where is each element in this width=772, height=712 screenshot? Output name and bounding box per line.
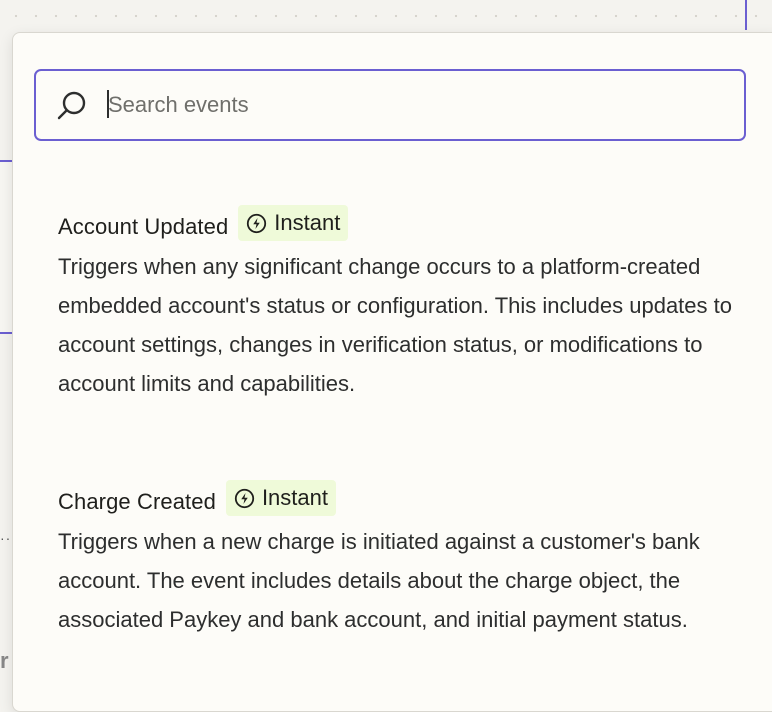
instant-badge: Instant <box>238 205 349 241</box>
text-cursor <box>107 90 109 118</box>
event-title: Charge Created <box>58 489 216 514</box>
canvas-ellipsis-fragment: ·· <box>0 530 12 546</box>
instant-badge: Instant <box>225 480 336 516</box>
search-icon <box>57 91 86 120</box>
search-input[interactable] <box>108 85 708 125</box>
event-option-account-updated[interactable]: Account Updated Instant Triggers when an… <box>58 203 738 403</box>
lightning-bolt-circle-icon <box>234 488 255 508</box>
event-description: Triggers when any significant change occ… <box>58 254 732 396</box>
event-picker-popover: Account Updated Instant Triggers when an… <box>12 32 772 712</box>
event-option-charge-created[interactable]: Charge Created Instant Triggers when a n… <box>58 478 738 639</box>
lightning-bolt-circle-icon <box>247 213 267 233</box>
badge-label: Instant <box>261 485 328 510</box>
event-header: Charge Created Instant <box>58 478 738 518</box>
badge-label: Instant <box>274 210 341 235</box>
event-title: Account Updated <box>58 214 229 239</box>
canvas-text-fragment: r <box>0 648 9 673</box>
search-field[interactable] <box>34 69 746 141</box>
event-header: Account Updated Instant <box>58 203 738 243</box>
canvas-connector-line <box>745 0 747 30</box>
event-description: Triggers when a new charge is initiated … <box>58 529 700 632</box>
